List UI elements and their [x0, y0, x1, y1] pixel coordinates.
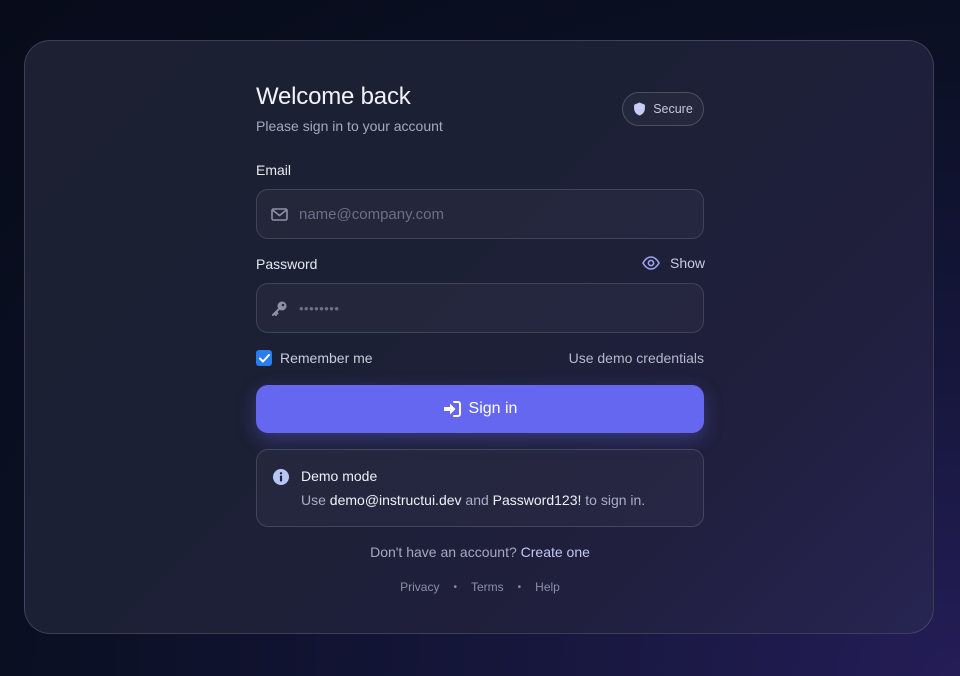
- page-subtitle: Please sign in to your account: [256, 118, 443, 134]
- key-icon: [257, 300, 299, 317]
- shield-icon: [634, 102, 646, 116]
- remember-me[interactable]: Remember me: [256, 350, 373, 366]
- footer-separator: •: [517, 581, 522, 593]
- footer-separator: •: [453, 581, 457, 593]
- notice-and: and: [465, 492, 489, 508]
- eye-icon: [642, 256, 660, 270]
- password-input[interactable]: [299, 300, 703, 316]
- signup-prompt: Don't have an account? Create one: [256, 544, 704, 560]
- notice-title: Demo mode: [301, 468, 378, 484]
- checkmark-icon: [258, 353, 270, 362]
- show-toggle-label: Show: [670, 255, 706, 271]
- secure-badge: Secure: [622, 92, 704, 126]
- notice-body: Use demo@instructui.dev and Password123!…: [301, 492, 645, 508]
- info-icon: [273, 469, 289, 485]
- footer-links: Privacy • Terms • Help: [256, 580, 704, 594]
- remember-label: Remember me: [280, 350, 373, 366]
- remember-checkbox[interactable]: [256, 350, 272, 366]
- sign-in-icon: [443, 401, 461, 417]
- demo-password: Password123!: [492, 492, 582, 508]
- password-field-wrapper: [256, 283, 704, 333]
- signup-text: Don't have an account?: [370, 544, 517, 560]
- demo-email: demo@instructui.dev: [329, 492, 462, 508]
- demo-mode-notice: Demo mode Use demo@instructui.dev and Pa…: [256, 449, 704, 527]
- notice-suffix: to sign in.: [585, 492, 646, 508]
- use-demo-credentials-link[interactable]: Use demo credentials: [569, 350, 704, 366]
- envelope-icon: [257, 207, 299, 221]
- sign-in-button[interactable]: Sign in: [256, 385, 704, 433]
- show-password-toggle[interactable]: Show: [642, 255, 705, 271]
- privacy-link[interactable]: Privacy: [400, 580, 439, 594]
- help-link[interactable]: Help: [535, 580, 560, 594]
- create-account-link[interactable]: Create one: [521, 544, 590, 560]
- password-label: Password: [256, 256, 318, 272]
- notice-prefix: Use: [301, 492, 326, 508]
- sign-in-label: Sign in: [468, 400, 518, 417]
- email-label: Email: [256, 162, 292, 178]
- page-title: Welcome back: [256, 83, 411, 110]
- terms-link[interactable]: Terms: [471, 580, 504, 594]
- secure-badge-label: Secure: [653, 102, 693, 116]
- email-input[interactable]: [299, 205, 703, 223]
- email-field-wrapper: [256, 189, 704, 239]
